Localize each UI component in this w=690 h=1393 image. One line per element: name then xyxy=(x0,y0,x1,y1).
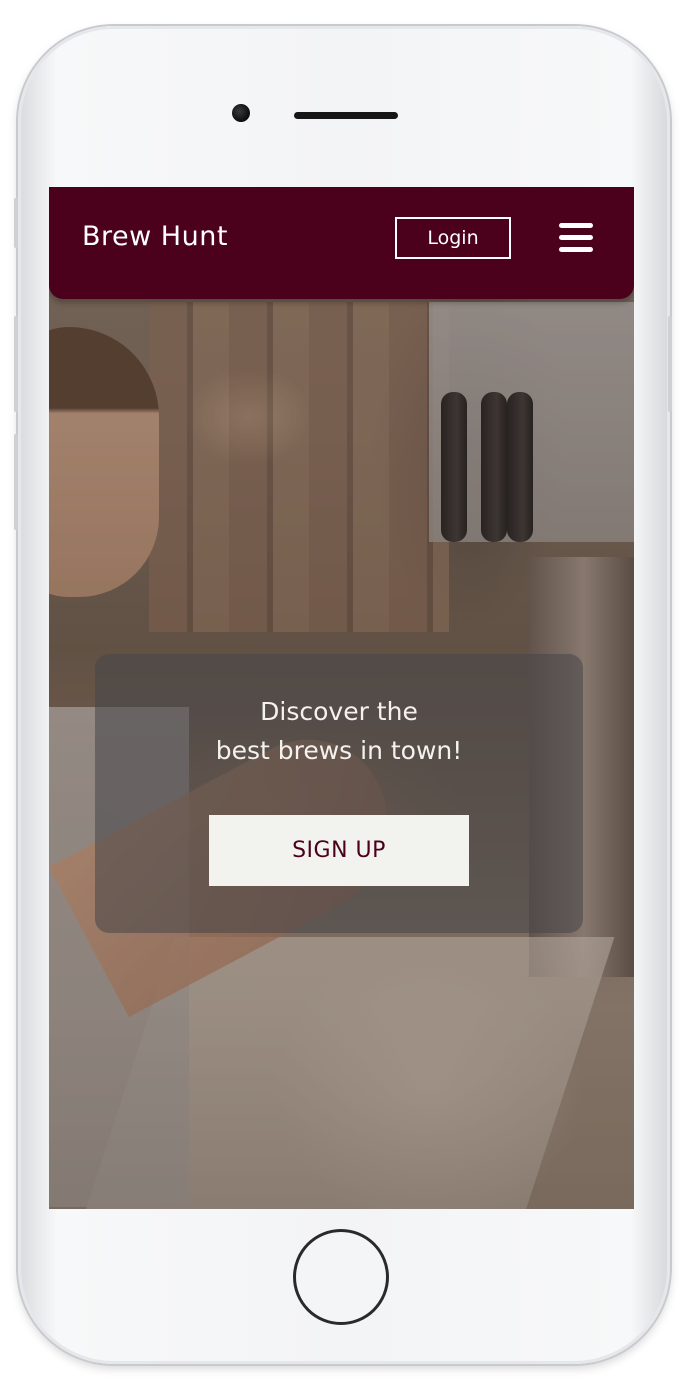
silent-switch xyxy=(14,198,18,248)
volume-up-button xyxy=(14,316,18,412)
phone-screen: Brew Hunt Login Discover the best brews … xyxy=(49,187,634,1209)
home-button[interactable] xyxy=(293,1229,389,1325)
top-navbar: Brew Hunt Login xyxy=(49,187,634,299)
hero-panel: Discover the best brews in town! SIGN UP xyxy=(95,654,583,933)
front-camera xyxy=(232,104,250,122)
hero-headline: Discover the best brews in town! xyxy=(95,692,583,770)
hero-headline-line2: best brews in town! xyxy=(215,736,463,765)
hamburger-icon[interactable] xyxy=(559,223,593,253)
volume-down-button xyxy=(14,434,18,530)
brand-logo-text[interactable]: Brew Hunt xyxy=(82,221,228,252)
power-button xyxy=(668,316,672,412)
earpiece-speaker xyxy=(294,112,398,119)
login-button[interactable]: Login xyxy=(395,217,511,259)
signup-button[interactable]: SIGN UP xyxy=(209,815,469,886)
hero-headline-line1: Discover the xyxy=(260,697,418,726)
